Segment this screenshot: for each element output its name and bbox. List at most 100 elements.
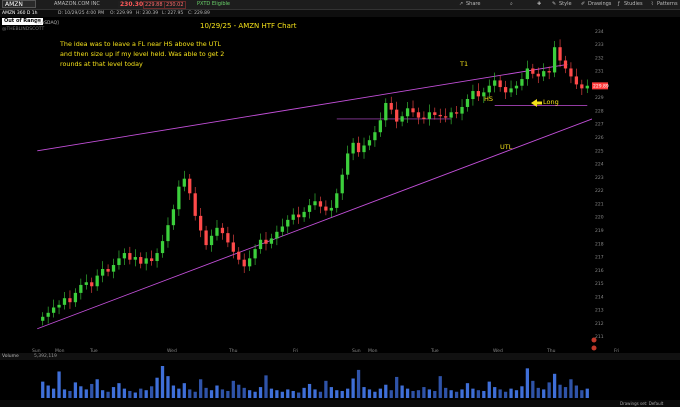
volume-bar xyxy=(41,381,45,398)
volume-bar xyxy=(79,386,83,398)
volume-bar xyxy=(465,383,470,398)
volume-bar xyxy=(122,388,127,398)
candle-body xyxy=(204,230,208,246)
candle-body xyxy=(460,106,464,114)
event-marker-icon[interactable] xyxy=(591,345,597,351)
volume-bar xyxy=(128,390,132,398)
candle-body xyxy=(166,225,170,242)
t1-label: T1 xyxy=(460,60,469,68)
candle-body xyxy=(106,268,110,272)
price-tick-label: 233 xyxy=(595,42,604,48)
volume-bar xyxy=(542,389,546,398)
candle-body xyxy=(264,239,268,244)
candle-body xyxy=(46,312,50,317)
candle-body xyxy=(258,239,263,250)
candle-body xyxy=(111,265,116,272)
price-tick-label: 223 xyxy=(595,175,604,181)
volume-bar xyxy=(160,366,165,398)
candle-body xyxy=(384,102,388,121)
event-marker-icon[interactable] xyxy=(591,337,597,343)
volume-bar xyxy=(340,390,344,398)
long-label: Long xyxy=(543,98,559,106)
candle-body xyxy=(117,258,121,266)
volume-bar xyxy=(373,391,377,398)
drawings-set-label[interactable]: Drawings set: Default xyxy=(620,400,663,407)
volume-bar xyxy=(433,390,437,398)
axis-background xyxy=(592,18,680,353)
candle-body xyxy=(400,116,404,122)
candle-body xyxy=(160,241,165,254)
volume-bar xyxy=(307,383,312,398)
volume-histogram xyxy=(41,366,589,398)
price-tick-label: 215 xyxy=(595,281,604,287)
price-tick-label: 214 xyxy=(595,294,604,300)
candle-body xyxy=(536,73,540,77)
price-tick-label: 217 xyxy=(595,255,604,261)
price-tick-label: 212 xyxy=(595,321,604,327)
price-tick-label: 232 xyxy=(595,55,604,61)
candle-body xyxy=(449,112,453,118)
candle-body xyxy=(525,68,530,80)
volume-bar xyxy=(482,390,486,398)
candle-body xyxy=(389,102,393,110)
volume-header: Volume 5,392,119 xyxy=(0,353,680,360)
candle-body xyxy=(509,88,513,93)
candle-body xyxy=(188,178,192,194)
volume-bar xyxy=(498,389,502,398)
volume-bar xyxy=(580,390,584,398)
candle-body xyxy=(313,201,317,206)
price-tick-label: 218 xyxy=(595,241,604,247)
candle-body xyxy=(100,268,105,276)
volume-bar xyxy=(280,391,284,398)
volume-bar xyxy=(416,390,421,398)
price-tick-label: 225 xyxy=(595,148,604,154)
volume-bar xyxy=(444,387,448,398)
volume-bar xyxy=(57,371,61,398)
price-tick-label: 219 xyxy=(595,228,604,234)
candle-body xyxy=(79,284,83,293)
candle-body xyxy=(237,251,241,260)
candle-body xyxy=(68,298,72,303)
volume-bar xyxy=(73,382,78,398)
candle-body xyxy=(465,99,470,107)
volume-bar xyxy=(204,387,208,398)
candles xyxy=(41,39,589,326)
price-axis: 2112122132142152162172182192202212222232… xyxy=(592,18,680,353)
volume-bar xyxy=(514,390,519,398)
volume-bar xyxy=(356,369,361,398)
volume-bar xyxy=(188,389,192,398)
candle-body xyxy=(427,112,431,119)
volume-bar xyxy=(302,387,306,398)
volume-bar xyxy=(117,383,121,398)
current-price-label: 229.89 xyxy=(593,83,609,89)
volume-bar xyxy=(166,376,170,398)
volume-bar xyxy=(569,379,573,398)
volume-bar xyxy=(460,389,464,398)
candle-body xyxy=(177,186,181,210)
candle-body xyxy=(90,282,94,287)
volume-bar xyxy=(286,389,290,398)
candle-body xyxy=(329,207,333,211)
candle-body xyxy=(552,47,557,73)
volume-bar xyxy=(90,383,94,398)
candle-body xyxy=(542,71,546,77)
candle-body xyxy=(231,242,235,252)
candle-body xyxy=(41,316,45,321)
volume-bar xyxy=(558,384,562,398)
candle-body xyxy=(346,153,350,175)
volume-bar xyxy=(155,377,159,398)
candle-body xyxy=(144,258,148,264)
volume-bar xyxy=(329,387,333,398)
volume-bar xyxy=(215,385,219,398)
volume-bar xyxy=(585,388,589,398)
volume-value: 5,392,119 xyxy=(34,354,57,359)
candle-body xyxy=(351,142,355,154)
volume-bar xyxy=(346,388,350,398)
candle-body xyxy=(297,214,301,218)
price-tick-label: 226 xyxy=(595,135,604,141)
candle-body xyxy=(378,120,382,133)
volume-bar xyxy=(400,385,404,398)
candle-body xyxy=(335,193,339,208)
volume-bar xyxy=(297,392,301,398)
volume-bar xyxy=(384,384,388,398)
